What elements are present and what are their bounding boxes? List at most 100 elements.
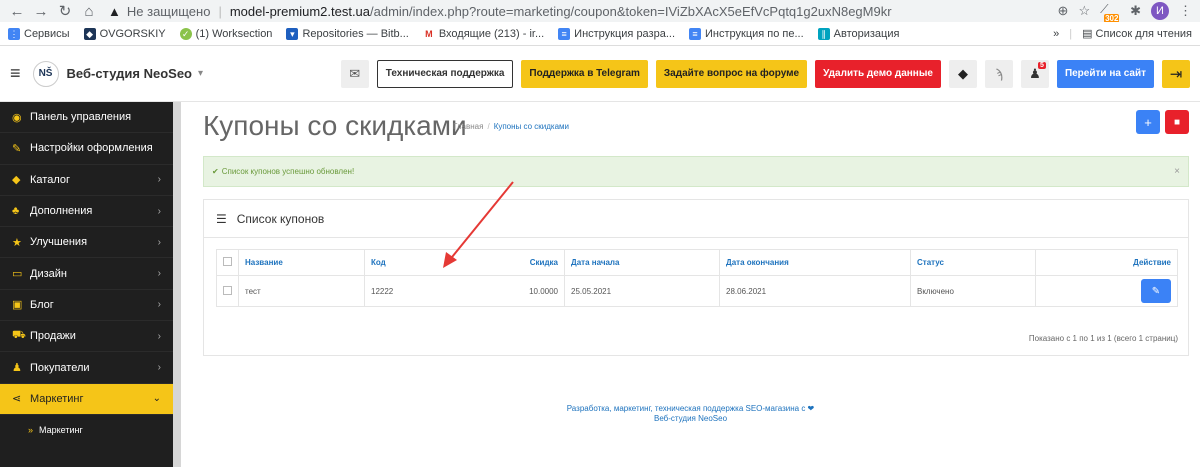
pagination-info: Показано с 1 по 1 из 1 (всего 1 страниц) bbox=[1028, 334, 1178, 343]
sidebar-item-catalog[interactable]: ◆ Каталог › bbox=[0, 165, 173, 196]
goto-site-button[interactable]: Перейти на сайт bbox=[1056, 59, 1154, 88]
table-header-row: Название Код Скидка Дата начала Дата око… bbox=[216, 249, 1178, 276]
hamburger-icon[interactable]: ≡ bbox=[10, 63, 21, 84]
notification-icon[interactable]: ♟ 5 bbox=[1020, 59, 1049, 88]
bookmark-item[interactable]: ▾ Repositories — Bitb... bbox=[286, 27, 409, 40]
star-icon: ★ bbox=[12, 236, 22, 249]
tag-icon: ◆ bbox=[12, 174, 21, 187]
footer-line2[interactable]: Веб-студия NeoSeo bbox=[181, 414, 1200, 424]
blog-icon: ▣ bbox=[12, 299, 23, 312]
address-bar[interactable]: ▲ Не защищено | model-premium2.test.ua /… bbox=[108, 1, 1058, 21]
sidebar-scrollbar[interactable] bbox=[173, 102, 181, 467]
rss-icon[interactable]: ϡ bbox=[984, 59, 1013, 88]
chevron-right-icon: › bbox=[157, 268, 161, 280]
puzzle-icon: ♣ bbox=[12, 205, 20, 218]
bookmark-item[interactable]: M Входящие (213) - ir... bbox=[422, 27, 544, 40]
add-coupon-button[interactable]: + bbox=[1136, 110, 1160, 134]
bookmark-item[interactable]: ∥ Авторизация bbox=[817, 27, 899, 40]
cart-icon: ⛟ bbox=[12, 329, 26, 342]
panel-title: Список купонов bbox=[236, 211, 325, 226]
telegram-support-button[interactable]: Поддержка в Telegram bbox=[521, 59, 648, 88]
sidebar-item-sales[interactable]: ⛟ Продажи › bbox=[0, 321, 173, 353]
mail-icon[interactable]: ✉ bbox=[340, 59, 369, 88]
cell-name: тест bbox=[238, 275, 365, 307]
bookmark-item[interactable]: ≡ Инструкция разра... bbox=[558, 27, 675, 40]
check-circle-icon: ✔ bbox=[212, 167, 219, 176]
browser-toolbar: ← → ↻ ⌂ ▲ Не защищено | model-premium2.t… bbox=[0, 0, 1200, 23]
page-title: Купоны со скидками bbox=[203, 110, 467, 141]
chevron-down-icon: ⌄ bbox=[152, 393, 161, 405]
menu-dots-icon[interactable]: ⋮ bbox=[1179, 3, 1192, 19]
cell-code: 12222 bbox=[364, 275, 454, 307]
trash-icon: ■ bbox=[1173, 116, 1181, 128]
url-host: model-premium2.test.ua bbox=[229, 3, 371, 19]
back-icon[interactable]: ← bbox=[8, 3, 26, 20]
column-discount[interactable]: Скидка bbox=[453, 249, 565, 276]
sidebar-item-customers[interactable]: ♟ Покупатели › bbox=[0, 352, 173, 384]
breadcrumb-current[interactable]: Купоны со скидками bbox=[494, 122, 569, 131]
caret-down-icon[interactable]: ▾ bbox=[198, 68, 203, 79]
forum-button[interactable]: Задайте вопрос на форуме bbox=[655, 59, 808, 88]
chevron-right-icon: › bbox=[157, 362, 161, 374]
reload-icon[interactable]: ↻ bbox=[56, 2, 74, 20]
sidebar-item-marketing[interactable]: ⋖ Маркетинг ⌄ bbox=[0, 383, 173, 415]
zoom-icon[interactable]: ⊕ bbox=[1058, 3, 1069, 19]
column-name[interactable]: Название bbox=[238, 249, 365, 276]
select-all-checkbox[interactable] bbox=[223, 257, 232, 266]
column-action: Действие bbox=[1035, 249, 1178, 276]
logout-icon[interactable]: ⇥ bbox=[1162, 59, 1190, 88]
puzzle-icon[interactable]: ✱ bbox=[1130, 3, 1141, 19]
bookmarks-bar: ⋮ Сервисы ◆ OVGORSKIY ✓ (1) Worksection ▾ Re… bbox=[0, 22, 1200, 46]
user-icon: ♟ bbox=[12, 362, 22, 375]
avatar[interactable]: И bbox=[1151, 2, 1169, 20]
alert-text: Список купонов успешно обновлен! bbox=[221, 167, 355, 176]
close-icon[interactable]: × bbox=[1174, 166, 1180, 177]
sidebar-item-dashboard[interactable]: ◉ Панель управления bbox=[0, 102, 173, 134]
sidebar-item-appearance[interactable]: ✎ Настройки оформления bbox=[0, 133, 173, 165]
sidebar-subitem-marketing[interactable]: » Маркетинг bbox=[0, 415, 173, 446]
bitbucket-icon: ▾ bbox=[286, 27, 299, 40]
footer: Разработка, маркетинг, техническая подде… bbox=[181, 404, 1200, 424]
delete-demo-button[interactable]: Удалить демо данные bbox=[815, 59, 941, 88]
bookmark-item[interactable]: ⋮ Сервисы bbox=[8, 27, 70, 40]
coupon-list-panel: ☰ Список купонов Название Код Скидка Дат… bbox=[203, 199, 1189, 356]
support-button[interactable]: Техническая поддержка bbox=[376, 59, 514, 88]
reading-list[interactable]: ▤ Список для чтения bbox=[1082, 27, 1192, 40]
monitor-icon: ▭ bbox=[12, 268, 23, 281]
column-date-start[interactable]: Дата начала bbox=[564, 249, 720, 276]
cell-date-start: 25.05.2021 bbox=[564, 275, 720, 307]
breadcrumb-home[interactable]: Главная bbox=[453, 122, 483, 131]
sidebar-item-extensions[interactable]: ♣ Дополнения › bbox=[0, 196, 173, 228]
chevron-right-icon: › bbox=[157, 174, 161, 186]
column-date-end[interactable]: Дата окончания bbox=[719, 249, 911, 276]
bookmark-item[interactable]: ◆ OVGORSKIY bbox=[83, 27, 166, 40]
sidebar: ◉ Панель управления ✎ Настройки оформления… bbox=[0, 102, 173, 467]
brand-name[interactable]: Веб-студия NeoSeo bbox=[67, 66, 192, 81]
insecure-label: Не защищено bbox=[126, 3, 211, 19]
eraser-icon[interactable]: ◆ bbox=[948, 59, 977, 88]
brush-icon: ✎ bbox=[12, 142, 22, 155]
cell-discount: 10.0000 bbox=[453, 275, 565, 307]
star-icon[interactable]: ☆ bbox=[1078, 3, 1090, 19]
delete-coupon-button[interactable]: ■ bbox=[1165, 110, 1189, 134]
logo: NŠ bbox=[32, 60, 59, 87]
column-code[interactable]: Код bbox=[364, 249, 454, 276]
bookmark-item[interactable]: ≡ Инструкция по пе... bbox=[689, 27, 804, 40]
column-status[interactable]: Статус bbox=[910, 249, 1036, 276]
forward-icon[interactable]: → bbox=[32, 3, 50, 20]
warning-icon: ▲ bbox=[108, 3, 121, 19]
admin-topbar: ≡ NŠ Веб-студия NeoSeo ▾ ✉ Техническая п… bbox=[0, 46, 1200, 102]
sidebar-item-improvements[interactable]: ★ Улучшения › bbox=[0, 227, 173, 259]
apps-icon: ⋮ bbox=[8, 27, 20, 40]
footer-line1[interactable]: Разработка, маркетинг, техническая подде… bbox=[181, 404, 1200, 414]
bookmark-icon: ✓ bbox=[179, 27, 192, 40]
home-icon[interactable]: ⌂ bbox=[80, 3, 98, 20]
more-bookmarks-icon[interactable]: » bbox=[1053, 28, 1059, 40]
extension-icon[interactable]: ⟋ 302 bbox=[1100, 2, 1120, 23]
url-path: /admin/index.php?route=marketing/coupon&… bbox=[370, 3, 892, 19]
sidebar-item-blog[interactable]: ▣ Блог › bbox=[0, 290, 173, 322]
row-checkbox[interactable] bbox=[223, 285, 232, 295]
bookmark-item[interactable]: ✓ (1) Worksection bbox=[179, 27, 272, 40]
edit-button[interactable]: ✎ bbox=[1141, 279, 1171, 303]
sidebar-item-design[interactable]: ▭ Дизайн › bbox=[0, 258, 173, 290]
